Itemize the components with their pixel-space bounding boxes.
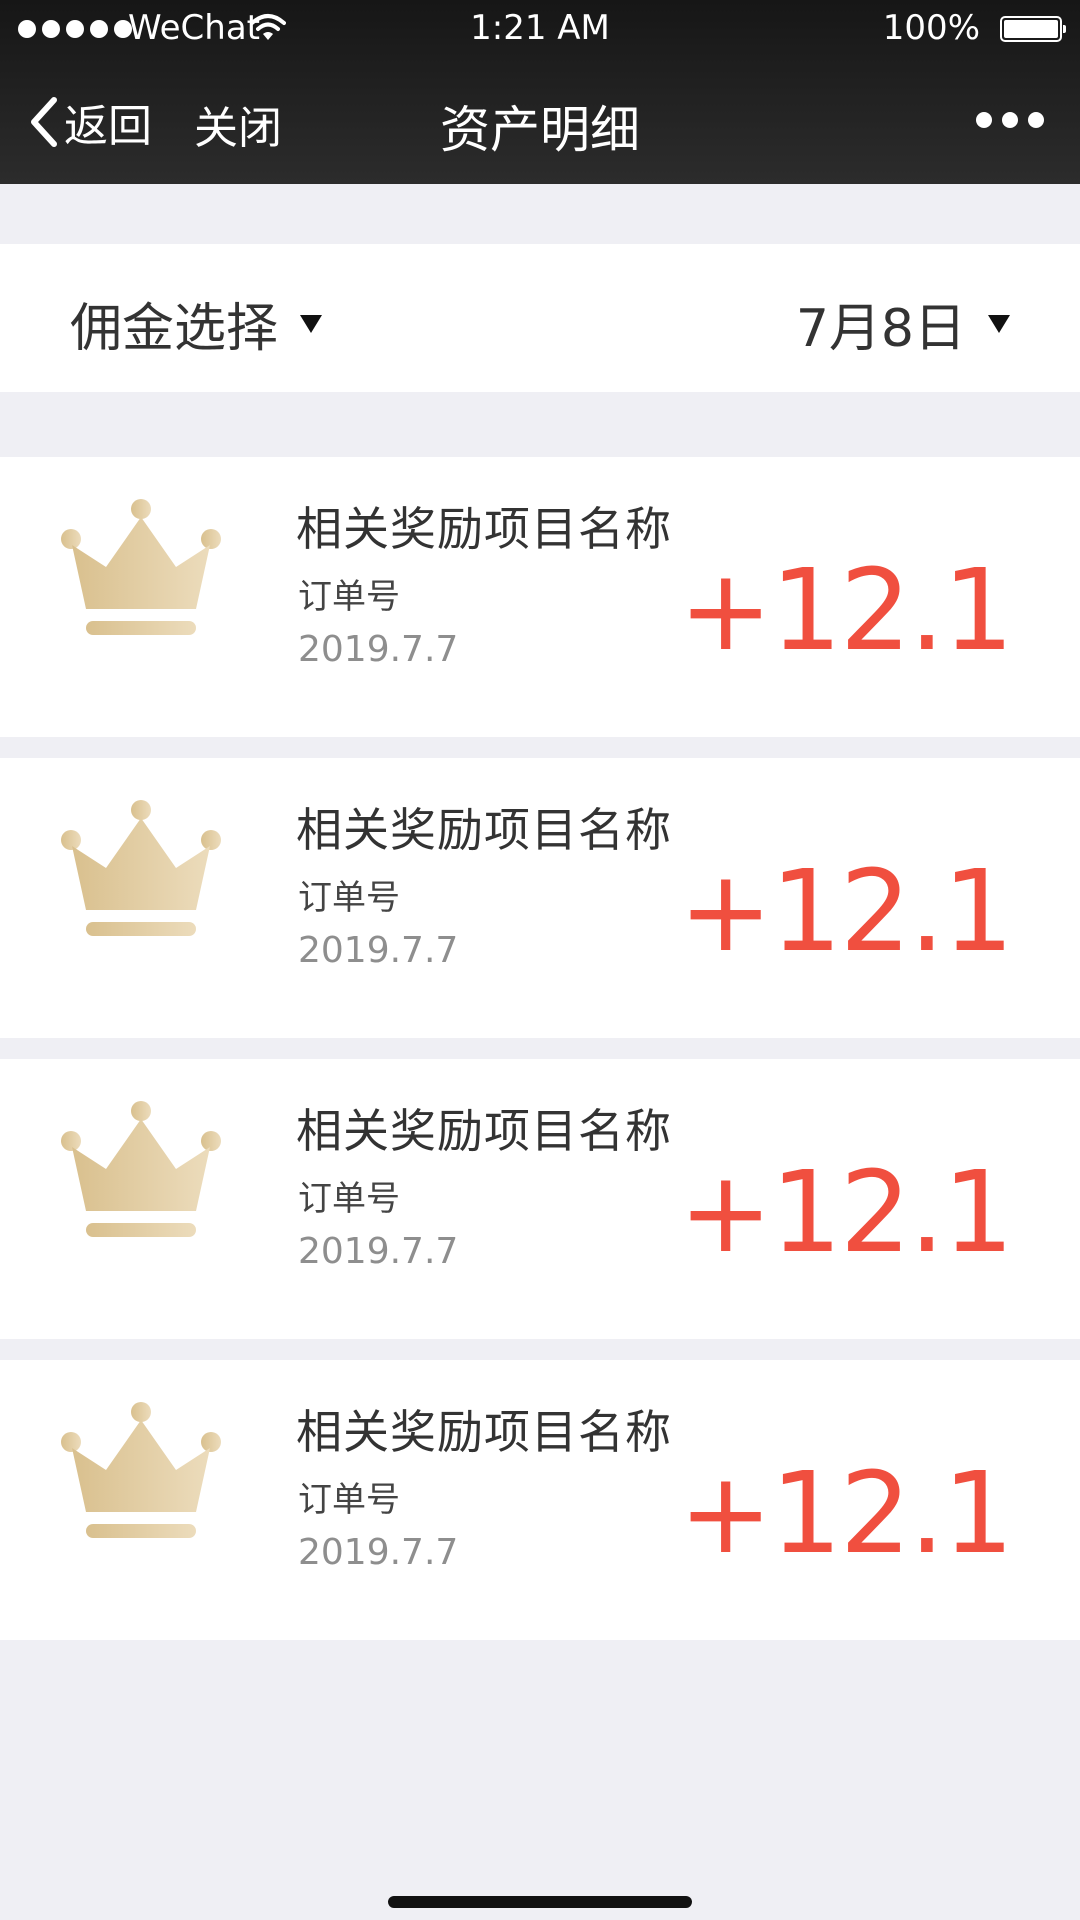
filter-bar: 佣金选择 7月8日	[0, 244, 1080, 392]
crown-icon	[61, 800, 221, 936]
battery-percent: 100%	[882, 8, 980, 48]
record-title: 相关奖励项目名称	[296, 1405, 672, 1459]
list-item[interactable]: 相关奖励项目名称 订单号 2019.7.7 +12.1	[0, 1059, 1080, 1339]
record-date: 2019.7.7	[298, 930, 459, 971]
record-date: 2019.7.7	[298, 1231, 459, 1272]
caret-down-icon	[988, 314, 1010, 333]
crown-icon	[61, 1101, 221, 1237]
crown-icon	[61, 1402, 221, 1538]
date-filter-label: 7月8日	[795, 299, 966, 359]
date-filter-dropdown[interactable]: 7月8日	[796, 286, 1010, 361]
record-amount: +12.1	[678, 847, 1014, 977]
record-title: 相关奖励项目名称	[296, 803, 672, 857]
record-date: 2019.7.7	[298, 629, 459, 670]
commission-filter-label: 佣金选择	[70, 299, 279, 359]
record-title: 相关奖励项目名称	[296, 502, 672, 556]
record-amount: +12.1	[678, 1449, 1014, 1579]
record-list: 相关奖励项目名称 订单号 2019.7.7 +12.1 相关奖励项目名称 订单号…	[0, 457, 1080, 1661]
record-order-label: 订单号	[298, 1480, 400, 1520]
record-order-label: 订单号	[298, 1179, 400, 1219]
record-amount: +12.1	[678, 546, 1014, 676]
caret-down-icon	[300, 314, 323, 333]
record-amount: +12.1	[678, 1148, 1014, 1278]
record-date: 2019.7.7	[298, 1532, 459, 1573]
top-bar: WeChat 1:21 AM 100% 返回 关闭 资产明细	[0, 0, 1080, 184]
crown-icon	[61, 499, 221, 635]
record-order-label: 订单号	[298, 878, 400, 918]
home-indicator[interactable]	[388, 1896, 692, 1908]
battery-icon	[1000, 16, 1066, 42]
list-item[interactable]: 相关奖励项目名称 订单号 2019.7.7 +12.1	[0, 457, 1080, 737]
commission-filter-dropdown[interactable]: 佣金选择	[70, 286, 323, 361]
more-dots-icon[interactable]	[976, 112, 1044, 128]
nav-bar: 返回 关闭 资产明细	[0, 60, 1080, 184]
page-title: 资产明细	[440, 101, 640, 159]
list-item[interactable]: 相关奖励项目名称 订单号 2019.7.7 +12.1	[0, 758, 1080, 1038]
status-bar: WeChat 1:21 AM 100%	[0, 0, 1080, 60]
record-order-label: 订单号	[298, 577, 400, 617]
list-item[interactable]: 相关奖励项目名称 订单号 2019.7.7 +12.1	[0, 1360, 1080, 1640]
record-title: 相关奖励项目名称	[296, 1104, 672, 1158]
